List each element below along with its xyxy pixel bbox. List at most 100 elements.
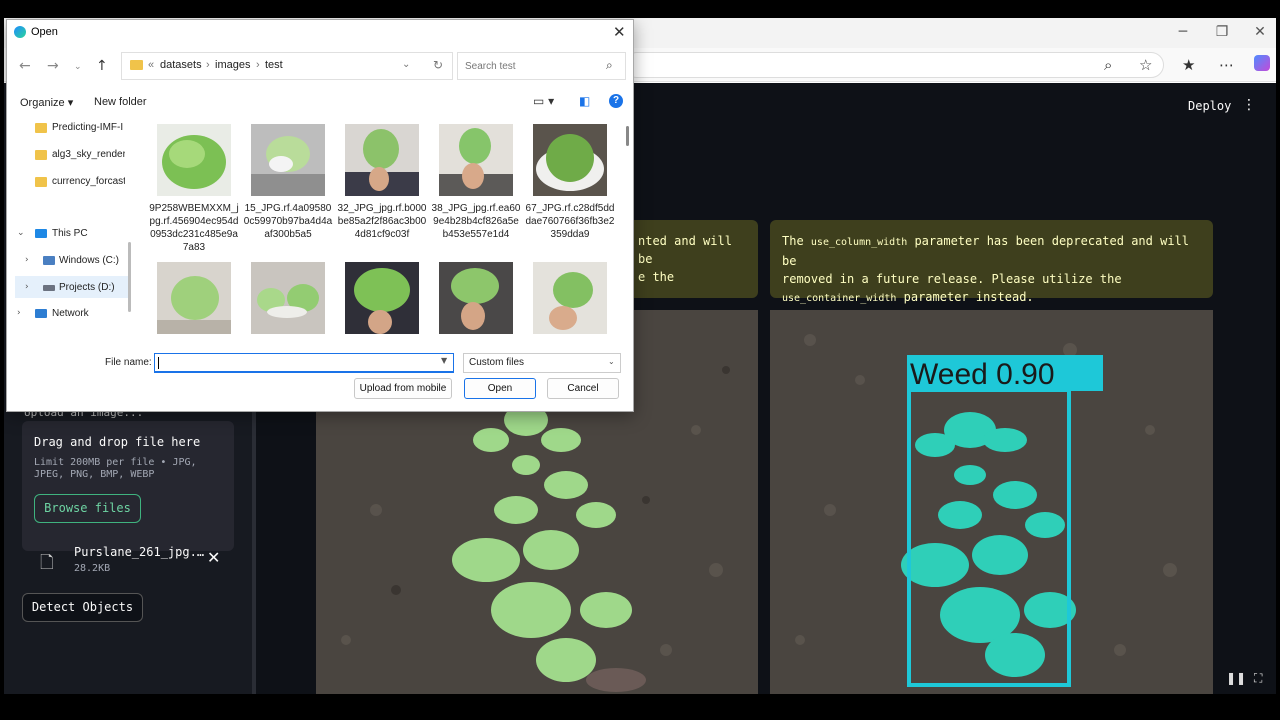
minimize-icon[interactable]: ─ bbox=[1168, 24, 1198, 40]
more-icon[interactable]: ⋯ bbox=[1219, 56, 1234, 74]
favorites-icon[interactable]: ★ bbox=[1182, 56, 1195, 74]
detection-image: Weed 0.90 bbox=[770, 310, 1213, 694]
refresh-icon[interactable]: ↻ bbox=[433, 58, 443, 72]
dropzone-limit: Limit 200MB per file • JPG, JPEG, PNG, B… bbox=[34, 457, 197, 480]
crumb-overflow-icon[interactable]: « bbox=[148, 59, 154, 71]
organize-menu[interactable]: Organize ▾ bbox=[20, 96, 73, 109]
pc-icon bbox=[35, 229, 47, 238]
nav-folder-predicting-imf[interactable]: Predicting-IMF-I bbox=[52, 122, 125, 133]
help-icon[interactable]: ? bbox=[609, 94, 623, 108]
new-folder-button[interactable]: New folder bbox=[94, 96, 147, 108]
crumb-test[interactable]: test bbox=[265, 59, 283, 71]
file-thumbnail[interactable] bbox=[533, 124, 607, 196]
close-icon[interactable]: ✕ bbox=[1245, 24, 1275, 40]
upload-from-mobile-button[interactable]: Upload from mobile bbox=[354, 378, 452, 399]
pause-icon[interactable]: ❚❚ bbox=[1226, 671, 1246, 685]
browse-files-button[interactable]: Browse files bbox=[34, 494, 141, 523]
file-thumbnail[interactable] bbox=[533, 262, 607, 334]
file-name-input[interactable]: ▼ bbox=[154, 353, 454, 373]
nav-this-pc[interactable]: This PC bbox=[52, 228, 88, 239]
open-file-dialog: Open ✕ ← → ⌄ ↑ « datasets › images › tes… bbox=[6, 19, 634, 412]
nav-folder-currency[interactable]: currency_forcast bbox=[52, 176, 125, 187]
file-thumbnail[interactable] bbox=[345, 262, 419, 334]
deprecation-warning: The use_column_width parameter has been … bbox=[770, 220, 1213, 304]
file-name-label[interactable]: 67_JPG.rf.c28df5dddae760766f36fb3e2359dd… bbox=[525, 202, 615, 241]
warning-line3: use_container_width parameter instead. bbox=[782, 288, 1201, 308]
file-thumbnail[interactable] bbox=[345, 124, 419, 196]
warning-line1: The use_column_width parameter has been … bbox=[782, 232, 1201, 270]
warning-text: parameter instead. bbox=[896, 290, 1034, 304]
crumb-datasets[interactable]: datasets bbox=[160, 59, 202, 71]
file-type-value: Custom files bbox=[469, 357, 525, 368]
warning-text: The bbox=[782, 234, 811, 248]
chevron-down-icon[interactable]: ⌄ bbox=[402, 59, 410, 70]
file-thumbnail[interactable] bbox=[251, 262, 325, 334]
uploaded-file-name: Purslane_261_jpg.… bbox=[74, 545, 205, 559]
view-options-icon[interactable]: ▭ ▾ bbox=[533, 94, 554, 108]
warning-left-line2: e the bbox=[638, 270, 675, 284]
zoom-icon[interactable]: ⌕ bbox=[1104, 56, 1112, 74]
detect-objects-button[interactable]: Detect Objects bbox=[22, 593, 143, 622]
restore-icon[interactable]: ❐ bbox=[1207, 24, 1237, 40]
file-dropzone[interactable]: Drag and drop file here Limit 200MB per … bbox=[22, 421, 234, 551]
nav-scrollbar[interactable] bbox=[128, 242, 131, 312]
fullscreen-icon[interactable]: ⛶ bbox=[1254, 671, 1262, 686]
remove-file-icon[interactable]: ✕ bbox=[207, 548, 220, 567]
search-icon: ⌕ bbox=[606, 58, 613, 72]
url-field[interactable] bbox=[624, 52, 1164, 78]
crumb-images[interactable]: images bbox=[215, 59, 250, 71]
forward-arrow-icon[interactable]: → bbox=[47, 58, 59, 74]
folder-icon bbox=[35, 123, 47, 133]
folder-icon bbox=[35, 177, 47, 187]
warning-line2: removed in a future release. Please util… bbox=[782, 272, 1122, 286]
up-arrow-icon[interactable]: ↑ bbox=[96, 58, 108, 74]
chevron-down-icon[interactable]: ⌄ bbox=[17, 228, 25, 238]
search-field[interactable]: Search test ⌕ bbox=[457, 52, 626, 80]
cancel-button[interactable]: Cancel bbox=[547, 378, 619, 399]
copilot-icon[interactable] bbox=[1254, 55, 1270, 71]
open-button[interactable]: Open bbox=[464, 378, 536, 399]
file-grid-scrollbar[interactable] bbox=[626, 126, 629, 146]
file-icon: 🗋 bbox=[40, 553, 54, 573]
warning-left-line1: nted and will be bbox=[638, 234, 732, 266]
file-name-label[interactable]: 38_JPG_jpg.rf.ea609e4b28b4cf826a5eb453e5… bbox=[431, 202, 521, 241]
back-arrow-icon[interactable]: ← bbox=[19, 58, 31, 74]
folder-icon bbox=[130, 60, 143, 70]
edge-icon bbox=[14, 26, 26, 38]
address-breadcrumb[interactable]: « datasets › images › test ⌄ ↻ bbox=[121, 52, 453, 80]
file-thumbnail[interactable] bbox=[251, 124, 325, 196]
dropzone-title: Drag and drop file here bbox=[34, 435, 201, 449]
star-icon[interactable]: ☆ bbox=[1139, 56, 1152, 74]
file-name-label[interactable]: 9P258WBEMXXM_jpg.rf.456904ec954d0953dc23… bbox=[149, 202, 239, 254]
text-caret bbox=[158, 357, 159, 369]
close-icon[interactable]: ✕ bbox=[613, 23, 626, 41]
warning-code: use_column_width bbox=[810, 237, 908, 248]
file-thumbnail[interactable] bbox=[439, 124, 513, 196]
chevron-right-icon[interactable]: › bbox=[25, 255, 29, 265]
file-thumbnail[interactable] bbox=[439, 262, 513, 334]
chevron-right-icon: › bbox=[256, 59, 260, 71]
nav-drive-c[interactable]: Windows (C:) bbox=[59, 255, 119, 266]
search-placeholder: Search test bbox=[465, 61, 516, 72]
file-grid: 9P258WBEMXXM_jpg.rf.456904ec954d0953dc23… bbox=[135, 116, 627, 342]
file-name-label[interactable]: 32_JPG_jpg.rf.b000be85a2f2f86ac3b004d81c… bbox=[337, 202, 427, 241]
recent-dropdown-icon[interactable]: ⌄ bbox=[74, 62, 82, 72]
warning-code: use_container_width bbox=[782, 293, 897, 304]
deploy-button[interactable]: Deploy bbox=[1188, 99, 1231, 113]
detection-label: Weed 0.90 bbox=[910, 358, 1055, 391]
preview-pane-icon[interactable]: ◧ bbox=[579, 94, 590, 108]
chevron-down-icon[interactable]: ▼ bbox=[441, 356, 447, 365]
file-thumbnail[interactable] bbox=[157, 124, 231, 196]
main-menu-icon[interactable]: ⋮ bbox=[1242, 97, 1256, 113]
navigation-pane: Predicting-IMF-I alg3_sky_render currenc… bbox=[7, 116, 125, 342]
screen: ─ ❐ ✕ ⌕ ☆ ★ ⋯ Deploy ⋮ Upload an image..… bbox=[0, 0, 1280, 720]
folder-icon bbox=[35, 150, 47, 160]
chevron-down-icon: ⌄ bbox=[608, 357, 615, 366]
file-thumbnail[interactable] bbox=[157, 262, 231, 334]
chevron-right-icon: › bbox=[206, 59, 210, 71]
uploaded-file-size: 28.2KB bbox=[74, 563, 111, 574]
file-type-select[interactable]: Custom files ⌄ bbox=[463, 353, 621, 373]
nav-folder-alg3[interactable]: alg3_sky_render bbox=[52, 149, 125, 160]
windows-drive-icon bbox=[43, 256, 55, 265]
file-name-label[interactable]: 15_JPG.rf.4a095800c59970b97ba4d4aaf300b5… bbox=[243, 202, 333, 241]
